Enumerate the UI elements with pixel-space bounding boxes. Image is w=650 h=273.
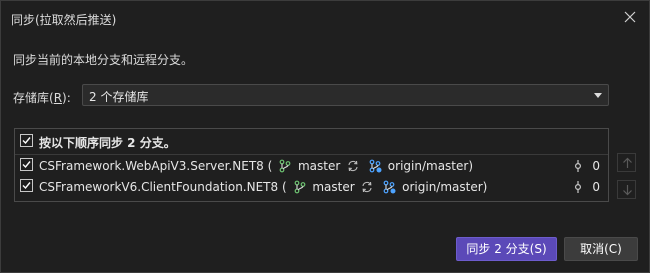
- commit-icon: [571, 180, 585, 194]
- repository-label-prefix: 存储库(: [13, 91, 54, 105]
- select-all-checkbox[interactable]: [20, 134, 33, 147]
- branch-checkbox[interactable]: [20, 158, 33, 171]
- title-bar: 同步(拉取然后推送): [1, 1, 649, 35]
- git-branch-icon: [278, 159, 292, 173]
- chevron-down-icon[interactable]: [594, 93, 602, 98]
- cancel-button[interactable]: 取消(C): [564, 237, 638, 261]
- remote-branch-icon: [382, 180, 396, 194]
- local-branch: master: [312, 179, 355, 194]
- move-up-button[interactable]: [617, 153, 636, 172]
- remote-branch: origin/master): [402, 179, 488, 194]
- arrow-down-icon: [623, 185, 632, 196]
- remote-branch: origin/master): [387, 158, 474, 173]
- sync-button[interactable]: 同步 2 分支(S): [456, 237, 557, 261]
- git-branch-icon: [293, 180, 307, 194]
- arrow-up-icon: [623, 157, 632, 168]
- commit-count-value: 0: [592, 179, 600, 194]
- list-header: 按以下顺序同步 2 分支。: [15, 131, 608, 152]
- commit-count: 0: [569, 158, 600, 173]
- sync-dialog: 同步(拉取然后推送) 同步当前的本地分支和远程分支。 存储库(R): 2 个存储…: [0, 0, 650, 273]
- local-branch: master: [297, 158, 341, 173]
- repository-dropdown[interactable]: 2 个存储库: [82, 84, 609, 106]
- sync-icon: [346, 159, 360, 173]
- paren-open: (: [281, 179, 287, 194]
- commit-count-value: 0: [592, 158, 600, 173]
- repository-label: 存储库(R):: [13, 89, 71, 106]
- branch-row[interactable]: CSFramework.WebApiV3.Server.NET8 ( maste…: [15, 154, 608, 176]
- paren-open: (: [267, 158, 273, 173]
- branch-list: 按以下顺序同步 2 分支。 CSFramework.WebApiV3.Serve…: [14, 128, 609, 202]
- repository-label-suffix: ):: [62, 91, 71, 105]
- sync-icon: [360, 180, 374, 194]
- list-header-label: 按以下顺序同步 2 分支。: [39, 136, 176, 150]
- repository-dropdown-value: 2 个存储库: [89, 90, 149, 104]
- repository-label-accesskey: R: [53, 91, 63, 105]
- repo-name: CSFramework.WebApiV3.Server.NET8: [39, 158, 264, 173]
- repo-name: CSFrameworkV6.ClientFoundation.NET8: [39, 179, 279, 194]
- commit-icon: [571, 159, 585, 173]
- commit-count: 0: [569, 179, 600, 194]
- branch-checkbox[interactable]: [20, 179, 33, 192]
- move-down-button[interactable]: [617, 180, 636, 199]
- branch-row[interactable]: CSFrameworkV6.ClientFoundation.NET8 ( ma…: [15, 176, 608, 197]
- remote-branch-icon: [368, 159, 382, 173]
- description-text: 同步当前的本地分支和远程分支。: [13, 53, 194, 67]
- dialog-title: 同步(拉取然后推送): [11, 13, 117, 27]
- branch-row-text: CSFramework.WebApiV3.Server.NET8 ( maste…: [39, 158, 473, 173]
- branch-row-text: CSFrameworkV6.ClientFoundation.NET8 ( ma…: [39, 179, 487, 194]
- close-icon[interactable]: [621, 8, 639, 26]
